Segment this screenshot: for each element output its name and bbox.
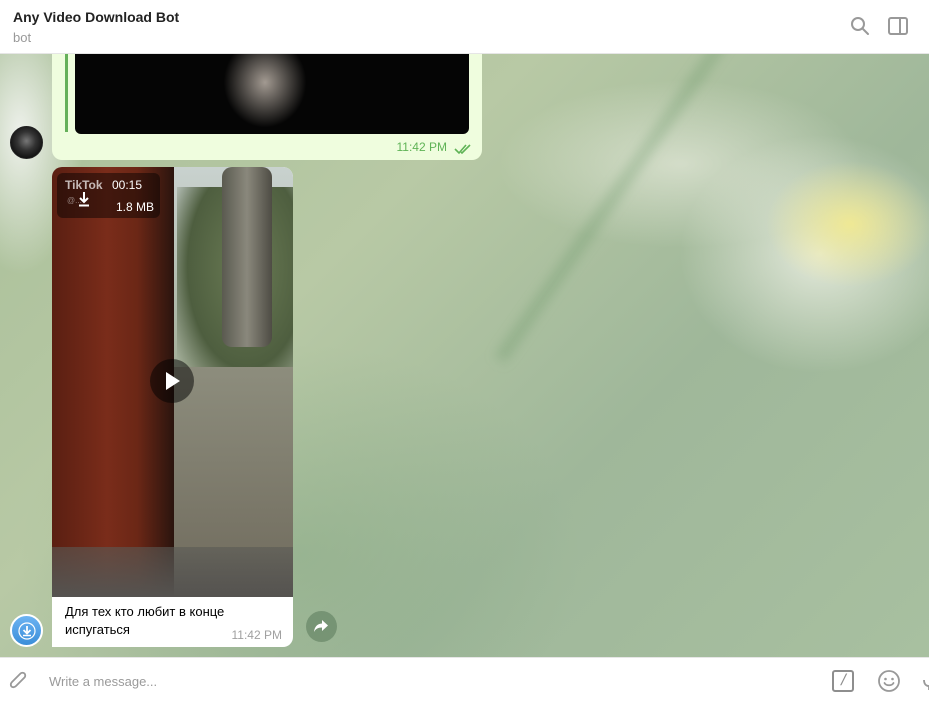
bot-command-icon: / [840,672,849,688]
search-icon [851,17,869,35]
forward-button[interactable] [306,611,337,642]
sidebar-toggle-button[interactable] [887,15,909,37]
message-composer: / [0,657,929,705]
message-input[interactable] [40,666,800,696]
thumbnail-trunk [222,167,272,347]
video-file-size: 1.8 MB [115,200,154,214]
reply-quote-bar [65,54,68,132]
previous-video-thumbnail[interactable] [75,54,469,134]
emoji-icon[interactable] [877,669,901,693]
double-check-icon [454,144,471,155]
bot-avatar[interactable] [10,614,43,647]
play-icon [166,372,180,390]
message-time: 11:42 PM [231,628,282,642]
chat-history[interactable]: 11:42 PM TikTok @... 00:15 1.8 MB Для те… [0,54,929,657]
thumbnail-floor [52,547,293,597]
video-message-bubble[interactable]: TikTok @... 00:15 1.8 MB Для тех кто люб… [52,167,293,647]
paperclip-icon[interactable] [8,670,30,694]
sender-avatar[interactable] [10,126,43,159]
download-icon[interactable] [77,191,91,207]
video-duration: 00:15 [112,178,143,192]
chat-header: Any Video Download Bot bot [0,0,929,54]
bot-commands-button[interactable]: / [832,670,854,692]
previous-message-bubble[interactable]: 11:42 PM [52,54,482,160]
sidebar-toggle-icon [888,17,908,35]
download-icon [18,622,36,640]
message-time: 11:42 PM [396,140,447,154]
microphone-icon[interactable] [922,670,929,694]
wallpaper-decoration [495,54,734,362]
chat-title[interactable]: Any Video Download Bot [13,9,179,25]
chat-subtitle: bot [13,30,32,45]
play-button[interactable] [150,359,194,403]
share-icon [314,620,328,632]
search-button[interactable] [849,15,871,37]
video-info-badge[interactable]: TikTok @... 00:15 1.8 MB [57,173,160,218]
video-thumbnail[interactable]: TikTok @... 00:15 1.8 MB [52,167,293,597]
tiktok-watermark: TikTok [65,178,103,192]
thumbnail-content [190,54,340,134]
